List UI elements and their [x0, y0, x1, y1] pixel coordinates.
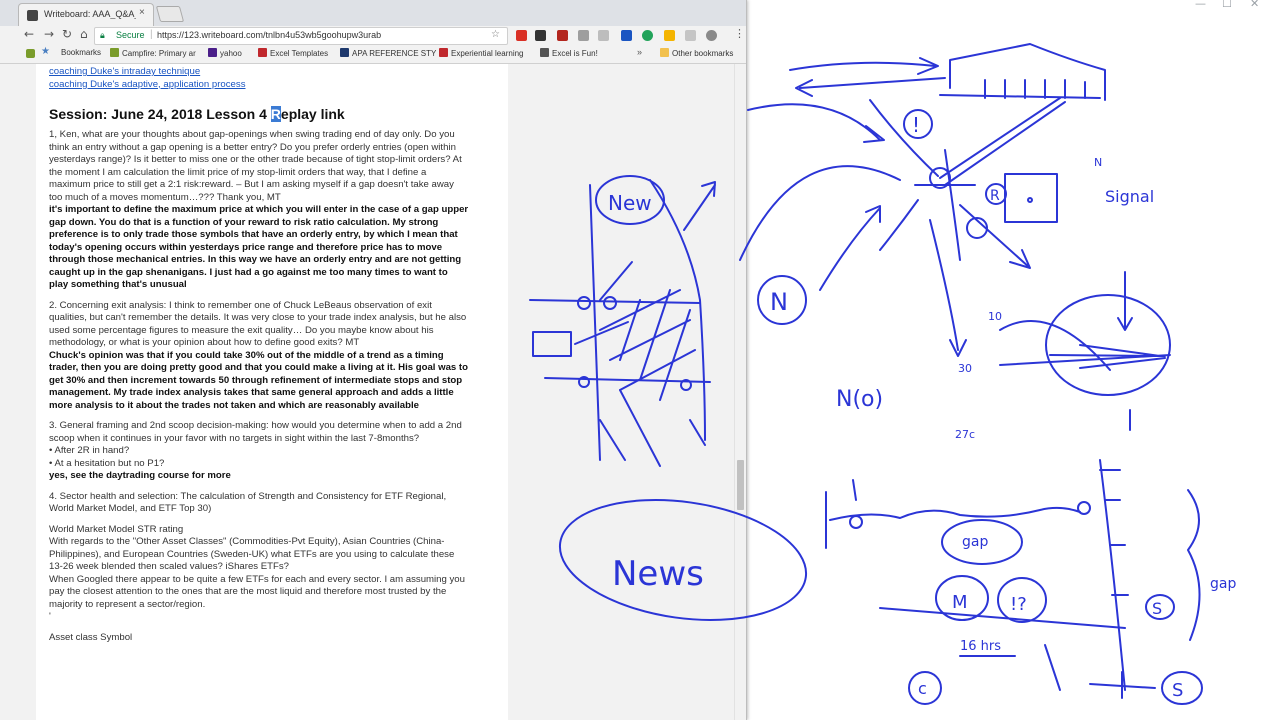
ink-arrow-left	[795, 77, 946, 97]
ink-wave	[829, 506, 1081, 521]
ink-label-gap-circle: gap	[962, 534, 988, 550]
ink-node-2	[603, 296, 617, 310]
ink-node-1	[577, 296, 591, 310]
ink-label-m: M	[952, 592, 968, 613]
ink-cross	[914, 149, 976, 261]
ink-bracket	[1187, 489, 1201, 641]
ink-node-bl	[849, 515, 863, 529]
ink-label-question: !?	[1010, 594, 1027, 615]
ink-big-circle	[1045, 294, 1171, 396]
ink-left-box	[532, 331, 572, 357]
ink-tick-30: 30	[958, 362, 972, 375]
ink-arrow-up-bottom	[1044, 644, 1061, 691]
ink-box-dot	[1027, 197, 1033, 203]
ink-label-s2: S	[1172, 680, 1183, 701]
ink-label-news: News	[612, 554, 704, 594]
ink-arrow-up-1	[819, 205, 881, 291]
ink-label-n-circle: N	[770, 288, 788, 316]
ink-label-signal: Signal	[1105, 187, 1154, 206]
ink-arrow-s1	[879, 607, 1126, 629]
ink-label-gap-side: gap	[1210, 576, 1236, 592]
ink-fan	[999, 344, 1171, 369]
ink-label-excl: !	[912, 113, 920, 137]
ink-down-1	[929, 219, 967, 357]
ink-big-line	[939, 94, 1101, 99]
ink-vert-bottom	[1099, 459, 1126, 691]
ink-label-r: R	[990, 188, 1000, 204]
ink-arrow-top	[789, 57, 939, 75]
ink-arrow-up-left	[599, 261, 633, 301]
ink-label-16hrs: 16 hrs	[960, 639, 1001, 654]
ink-tick-27: 27c	[955, 428, 975, 441]
ink-label-c: c	[918, 679, 927, 698]
ink-label-s1: S	[1152, 599, 1162, 618]
ink-top-line	[949, 43, 1106, 101]
ink-annotations: ! R Signal N N 30 10 27c N(o) New News g…	[529, 43, 1236, 705]
ink-curve-left	[747, 103, 885, 143]
ink-label-new: New	[608, 191, 652, 215]
ink-vertical-1	[589, 184, 601, 461]
ink-bottom-arrow	[1089, 671, 1156, 699]
ink-down-arrows	[599, 389, 706, 467]
ink-arrow-down-r	[1117, 271, 1133, 331]
ink-arrow-down-bl	[852, 479, 857, 501]
ink-label-n-paren: N(o)	[836, 387, 883, 412]
ink-arrow-box	[574, 321, 629, 345]
ink-arrow-new	[683, 181, 716, 231]
ink-tick-10: 10	[988, 310, 1002, 323]
ink-arrow-up-2	[879, 199, 919, 251]
ink-node-br	[1077, 501, 1091, 515]
ink-diag-1	[939, 97, 1066, 186]
ink-label-n-small: N	[1094, 156, 1102, 169]
ink-vertical-2	[649, 179, 706, 441]
